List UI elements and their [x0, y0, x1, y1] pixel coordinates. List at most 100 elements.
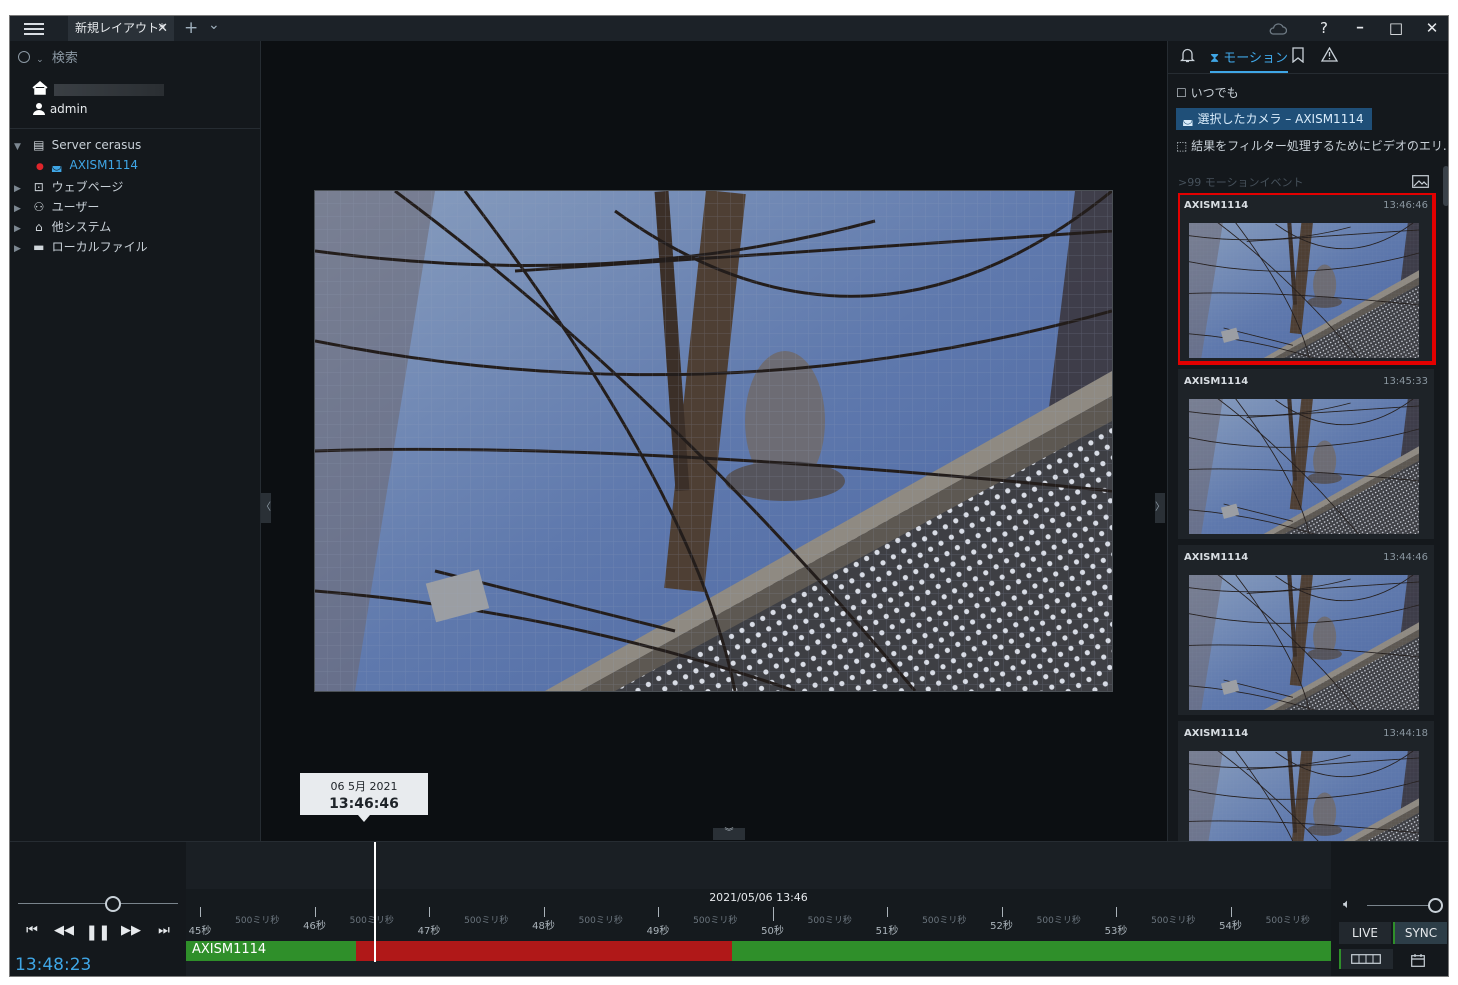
tree-item-label: Server cerasus: [51, 138, 142, 152]
notification-bell-icon[interactable]: [1179, 47, 1196, 67]
volume-slider-handle[interactable]: [1428, 898, 1443, 913]
timeline[interactable]: 2021/05/06 13:46 45秒 500ミリ秒 46秒 500ミリ秒 47秒 50…: [186, 842, 1331, 976]
expand-arrow-icon[interactable]: ▶: [14, 204, 26, 214]
camera-icon: ◛: [1182, 112, 1194, 126]
search-icon: [18, 51, 30, 63]
add-tab-icon[interactable]: +: [184, 16, 198, 41]
tree-item-other-systems[interactable]: ▶ ⌂ 他システム: [14, 218, 111, 236]
event-card[interactable]: AXISM1114 13:44:18: [1178, 721, 1434, 843]
volume-slider-track[interactable]: [1367, 905, 1433, 906]
help-button[interactable]: ?: [1306, 16, 1342, 41]
bookmark-icon[interactable]: [1292, 47, 1304, 67]
tab-menu-icon[interactable]: ⌄: [208, 16, 220, 38]
thumbnail-image: [1189, 399, 1419, 534]
event-camera: AXISM1114: [1184, 728, 1249, 739]
tree-item-local-files[interactable]: ▶ ▬ ローカルファイル: [14, 238, 148, 256]
rewind-icon[interactable]: ◀◀: [50, 923, 78, 943]
event-card[interactable]: AXISM1114 13:45:33: [1178, 369, 1434, 539]
skip-to-end-icon[interactable]: ⏭: [150, 923, 178, 943]
ruler-second-label: 53秒: [1104, 926, 1128, 937]
collapse-left-panel-icon[interactable]: 〈: [261, 493, 271, 523]
ruler-tick: [314, 907, 316, 917]
server-icon: ▤: [33, 138, 45, 152]
close-tab-icon[interactable]: ✕: [157, 16, 168, 41]
collapse-right-panel-icon[interactable]: 〉: [1155, 493, 1165, 523]
expand-arrow-icon[interactable]: ▶: [14, 244, 26, 254]
recording-track-green[interactable]: [732, 941, 1331, 961]
expand-arrow-icon[interactable]: ▼: [14, 142, 26, 152]
speed-slider-handle[interactable]: [105, 896, 121, 912]
thumbnail-image: [1189, 751, 1419, 843]
tooltip-pointer: [358, 815, 370, 822]
filter-camera[interactable]: ◛ 選択したカメラ – AXISM1114: [1176, 108, 1372, 130]
event-card[interactable]: AXISM1114 13:44:46: [1178, 545, 1434, 715]
search-bar[interactable]: ⌄ 検索: [18, 47, 78, 66]
fast-forward-icon[interactable]: ▶▶: [117, 923, 145, 943]
ruler-tick: [1116, 907, 1117, 917]
close-button[interactable]: ✕: [1414, 16, 1448, 41]
chevron-down-icon[interactable]: ⌄: [36, 55, 44, 65]
event-thumbnail: [1189, 223, 1419, 358]
tab-label: 新規レイアウト*: [75, 21, 166, 35]
expand-timeline-icon[interactable]: ︾: [713, 828, 745, 840]
ruler-half-label: 500ミリ秒: [922, 916, 967, 926]
pause-icon[interactable]: ❚❚: [84, 923, 112, 943]
ruler-second-label: 48秒: [532, 921, 555, 932]
motion-track-red[interactable]: [356, 941, 732, 961]
filter-time[interactable]: ☐ いつでも: [1176, 84, 1239, 101]
image-view-icon[interactable]: [1412, 173, 1429, 192]
tree-item-webpage[interactable]: ▶ ⊡ ウェブページ: [14, 178, 123, 196]
live-sync-controls: 🔈︎ LIVE SYNC: [1331, 842, 1448, 976]
filter-time-label: いつでも: [1190, 86, 1239, 100]
ruler-tick: [887, 907, 888, 917]
thumbnail-image: [1189, 575, 1419, 710]
minimize-button[interactable]: ━: [1342, 16, 1378, 41]
tree-item-users[interactable]: ▶ ⚇ ユーザー: [14, 198, 99, 216]
ruler-half-label: 500ミリ秒: [807, 916, 852, 926]
users-icon: ⚇: [33, 200, 45, 214]
ruler-half-label: 500ミリ秒: [578, 916, 623, 926]
time-ruler[interactable]: 2021/05/06 13:46 45秒 500ミリ秒 46秒 500ミリ秒 47秒 50…: [186, 889, 1331, 941]
ruler-half-label: 500ミリ秒: [1151, 916, 1196, 926]
motion-icon: ⧗: [1210, 51, 1220, 66]
tree-item-label: ユーザー: [51, 200, 100, 214]
scrollbar[interactable]: [1443, 166, 1448, 206]
events-count: >99 モーションイベント: [1178, 176, 1304, 189]
tab-layout[interactable]: 新規レイアウト* ✕: [68, 16, 174, 41]
ruler-date: 2021/05/06 13:46: [709, 891, 808, 904]
calendar-icon[interactable]: [1411, 952, 1425, 971]
video-viewport[interactable]: [314, 190, 1113, 692]
playhead[interactable]: [374, 842, 376, 962]
volume-icon[interactable]: 🔈︎: [1343, 897, 1351, 912]
alert-warning-icon[interactable]: [1320, 46, 1339, 66]
playhead-time-tooltip: 06 5月 2021 13:46:46: [300, 773, 428, 815]
maximize-button[interactable]: □: [1378, 16, 1414, 41]
event-camera: AXISM1114: [1184, 552, 1249, 563]
ruler-tick: [543, 907, 545, 917]
folder-icon: ▬: [33, 240, 45, 254]
expand-arrow-icon[interactable]: ▶: [14, 184, 26, 194]
title-bar: 新規レイアウト* ✕ + ⌄ ? ━ □ ✕: [10, 16, 1448, 41]
sync-button[interactable]: SYNC: [1393, 922, 1447, 944]
ruler-second-label: 46秒: [303, 921, 326, 932]
search-input[interactable]: 検索: [52, 51, 78, 66]
ruler-tick: [772, 907, 774, 921]
filter-area[interactable]: ⬚ 結果をフィルター処理するためにビデオのエリ...: [1176, 137, 1448, 154]
event-thumbnail: [1189, 575, 1419, 710]
timeline-span-button[interactable]: [1339, 949, 1393, 969]
tree-item-server[interactable]: ▼ ▤ Server cerasus: [14, 138, 141, 156]
tree-item-camera[interactable]: ● ◛ AXISM1114: [36, 158, 138, 176]
ruler-tick: [658, 907, 659, 917]
ruler-tick: [200, 907, 201, 917]
event-card[interactable]: AXISM1114 13:46:46: [1178, 193, 1436, 365]
camera-frame: [315, 191, 1112, 691]
expand-arrow-icon[interactable]: ▶: [14, 224, 26, 234]
speed-slider-track[interactable]: [18, 903, 178, 904]
tab-motion[interactable]: ⧗ モーション: [1210, 47, 1289, 73]
divider: [10, 128, 260, 129]
live-button[interactable]: LIVE: [1339, 922, 1391, 944]
ruler-half-label: 500ミリ秒: [464, 916, 509, 926]
hamburger-menu-icon[interactable]: [22, 20, 46, 38]
skip-to-start-icon[interactable]: ⏮: [18, 923, 46, 943]
cloud-icon[interactable]: [1260, 16, 1296, 41]
